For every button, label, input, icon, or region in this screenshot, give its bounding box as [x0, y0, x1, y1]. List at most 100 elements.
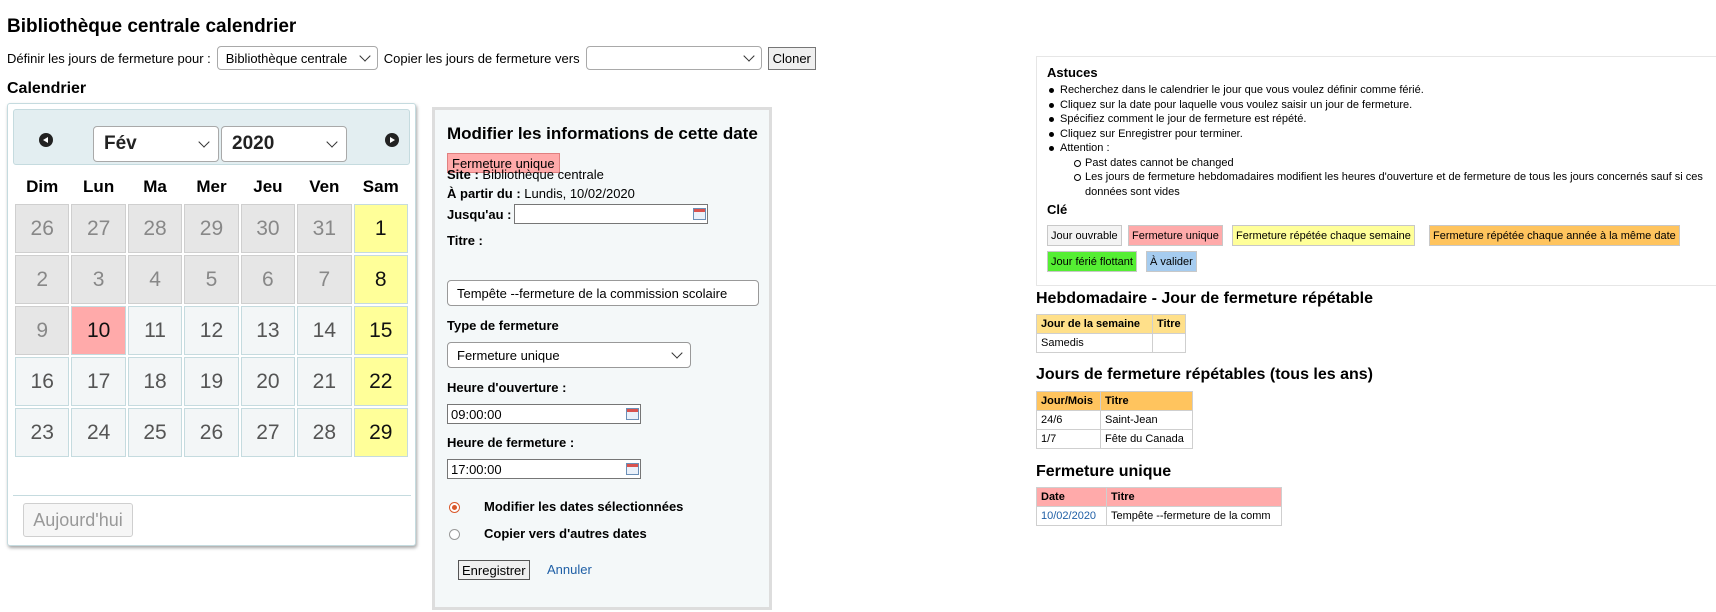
yearly-col-title: Titre: [1100, 391, 1193, 411]
calendar-day[interactable]: 26: [184, 408, 239, 457]
calendar-week: 23 24 25 26 27 28 29: [15, 408, 408, 457]
calendar-header: Fév 2020: [13, 109, 410, 165]
until-date-input[interactable]: [514, 204, 708, 224]
calendar-day[interactable]: 22: [353, 357, 408, 406]
type-label-text: Type de fermeture: [447, 318, 559, 333]
unique-date-link[interactable]: 10/02/2020: [1036, 506, 1107, 526]
library-select[interactable]: Bibliothèque centrale: [216, 46, 378, 70]
calendar-day[interactable]: 12: [184, 306, 239, 355]
calendar-day[interactable]: 14: [297, 306, 352, 355]
unique-col-title: Titre: [1106, 487, 1282, 507]
tip-sub-item: Past dates cannot be changed: [1060, 156, 1707, 171]
key-title: Clé: [1047, 202, 1068, 217]
clone-button[interactable]: Cloner: [767, 46, 816, 70]
calendar-day[interactable]: 2: [15, 255, 70, 304]
closure-type-select[interactable]: Fermeture unique: [447, 342, 691, 368]
calendar-icon[interactable]: [693, 208, 706, 220]
modify-dates-radio[interactable]: [449, 502, 460, 513]
calendar-day[interactable]: 15: [353, 306, 408, 355]
unique-col-date: Date: [1036, 487, 1107, 507]
copy-dates-radio[interactable]: [449, 529, 460, 540]
close-time-input[interactable]: 17:00:00: [447, 459, 641, 479]
tips-title: Astuces: [1047, 65, 1098, 80]
calendar-day[interactable]: 13: [240, 306, 296, 355]
tip-attention: Attention :: [1060, 142, 1110, 154]
calendar-day[interactable]: 28: [127, 204, 183, 253]
calendar-day[interactable]: 17: [71, 357, 126, 406]
calendar-day[interactable]: 28: [297, 408, 352, 457]
from-row: À partir du : Lundis, 10/02/2020: [447, 186, 635, 201]
calendar-day[interactable]: 11: [127, 306, 183, 355]
tip-item: Attention : Past dates cannot be changed…: [1047, 141, 1707, 199]
edit-date-panel: Modifier les informations de cette date …: [432, 107, 772, 610]
weekday-header: Lun: [83, 177, 115, 196]
save-button[interactable]: Enregistrer: [458, 560, 530, 580]
calendar-week: 9 10 11 12 13 14 15: [15, 306, 408, 355]
type-label: Type de fermeture: [447, 318, 559, 333]
calendar-day[interactable]: 20: [240, 357, 296, 406]
open-label-text: Heure d'ouverture :: [447, 380, 567, 395]
calendar-day[interactable]: 29: [184, 204, 239, 253]
library-select-value: Bibliothèque centrale: [225, 50, 348, 66]
calendar-day[interactable]: 25: [127, 408, 183, 457]
key-working-day: Jour ouvrable: [1047, 225, 1122, 246]
calendar-day[interactable]: 19: [184, 357, 239, 406]
open-label: Heure d'ouverture :: [447, 380, 566, 395]
site-row: Site : Bibliothèque centrale: [447, 167, 604, 182]
title-input[interactable]: Tempête --fermeture de la commission sco…: [447, 280, 759, 306]
weekday-header: Jeu: [253, 177, 283, 196]
calendar-day[interactable]: 8: [353, 255, 408, 304]
define-label: Définir les jours de fermeture pour :: [7, 50, 211, 66]
calendar-day[interactable]: 3: [71, 255, 126, 304]
open-time-input[interactable]: 09:00:00: [447, 404, 641, 424]
weekly-table: Jour de la semaine Titre Samedis: [1036, 314, 1186, 353]
yearly-heading: Jours de fermeture répétables (tous les …: [1036, 366, 1373, 383]
closure-type-value: Fermeture unique: [457, 347, 560, 363]
key-unique-closure: Fermeture unique: [1128, 225, 1223, 246]
site-label: Site :: [447, 167, 479, 182]
calendar-week: 26 27 28 29 30 31 1: [15, 204, 408, 253]
copy-target-select[interactable]: [585, 46, 762, 70]
calendar-day[interactable]: 1: [353, 204, 408, 253]
year-value: 2020: [232, 133, 275, 154]
close-label: Heure de fermeture :: [447, 435, 574, 450]
weekday-header: Ven: [309, 177, 340, 196]
prev-month-icon[interactable]: [39, 133, 53, 147]
yearly-cell-date: 1/7: [1036, 429, 1101, 449]
calendar-day[interactable]: 27: [71, 204, 126, 253]
calendar-day[interactable]: 29: [353, 408, 408, 457]
calendar-day[interactable]: 7: [297, 255, 352, 304]
next-month-icon[interactable]: [385, 133, 399, 147]
calendar-day[interactable]: 23: [15, 408, 70, 457]
calendar-day[interactable]: 9: [15, 306, 70, 355]
calendar-day[interactable]: 4: [127, 255, 183, 304]
table-row: 24/6 Saint-Jean: [1036, 410, 1193, 430]
title-label-text: Titre :: [447, 233, 483, 248]
yearly-cell-title: Fête du Canada: [1100, 429, 1193, 449]
year-select[interactable]: 2020: [221, 126, 347, 162]
calendar-day[interactable]: 31: [297, 204, 352, 253]
tip-item: Recherchez dans le calendrier le jour qu…: [1047, 83, 1707, 98]
calendar-day[interactable]: 18: [127, 357, 183, 406]
clock-picker-icon[interactable]: [626, 463, 639, 475]
weekday-header: Dim: [26, 177, 59, 196]
cancel-link[interactable]: Annuler: [547, 562, 592, 577]
page-title: Bibliothèque centrale calendrier: [7, 16, 297, 37]
calendar-day[interactable]: 30: [240, 204, 296, 253]
yearly-col-daymonth: Jour/Mois: [1036, 391, 1101, 411]
calendar-day[interactable]: 10: [71, 306, 126, 355]
tip-item: Cliquez sur Enregistrer pour terminer.: [1047, 127, 1707, 142]
tip-item: Spécifiez comment le jour de fermeture e…: [1047, 112, 1707, 127]
calendar-day[interactable]: 5: [184, 255, 239, 304]
calendar-day[interactable]: 24: [71, 408, 126, 457]
today-button[interactable]: Aujourd'hui: [23, 503, 133, 537]
calendar-day[interactable]: 21: [297, 357, 352, 406]
modify-dates-label: Modifier les dates sélectionnées: [484, 499, 684, 514]
calendar-day[interactable]: 27: [240, 408, 296, 457]
calendar-day[interactable]: 26: [15, 204, 70, 253]
calendar-day[interactable]: 6: [240, 255, 296, 304]
calendar-day[interactable]: 16: [15, 357, 70, 406]
month-select[interactable]: Fév: [93, 126, 219, 162]
table-row: 10/02/2020 Tempête --fermeture de la com…: [1036, 506, 1282, 526]
clock-picker-icon[interactable]: [626, 408, 639, 420]
